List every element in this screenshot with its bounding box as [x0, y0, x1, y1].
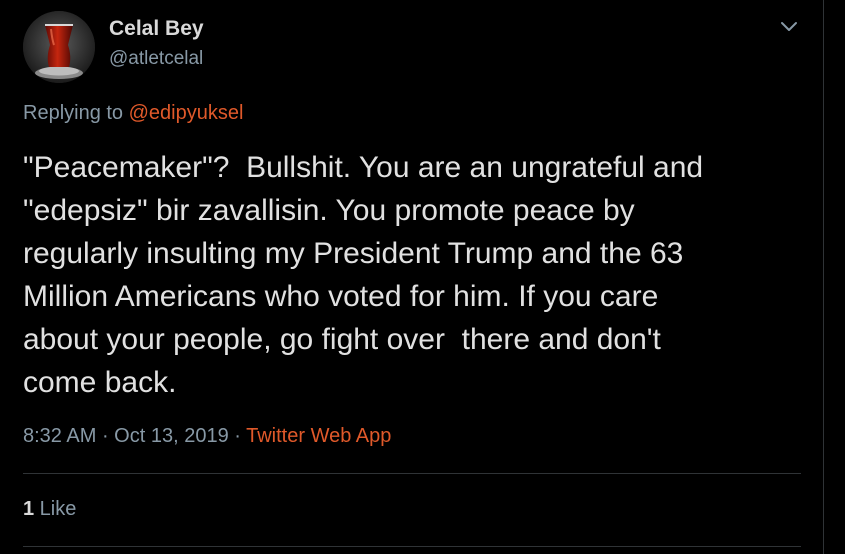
divider	[23, 473, 801, 474]
avatar[interactable]	[23, 11, 95, 83]
divider	[23, 546, 801, 547]
tweet-text: "Peacemaker"? Bullshit. You are an ungra…	[23, 151, 704, 399]
tweet-date[interactable]: Oct 13, 2019	[114, 425, 229, 447]
meta-separator: ·	[228, 425, 247, 447]
tea-glass-icon	[23, 11, 95, 83]
replying-prefix: Replying to	[23, 102, 129, 124]
tweet-card: Celal Bey @atletcelal Replying to @edipy…	[0, 0, 823, 554]
tweet-time[interactable]: 8:32 AM	[23, 425, 96, 447]
likes-link[interactable]: 1 Like	[23, 498, 76, 521]
like-count: 1	[23, 498, 35, 520]
mention-link[interactable]: @edipyuksel	[129, 102, 244, 124]
user-handle[interactable]: @atletcelal	[109, 48, 203, 70]
column-border	[823, 0, 824, 554]
display-name[interactable]: Celal Bey	[109, 17, 204, 41]
chevron-down-icon[interactable]	[776, 14, 802, 40]
replying-to: Replying to @edipyuksel	[23, 102, 243, 125]
tweet-meta: 8:32 AM · Oct 13, 2019 · Twitter Web App	[23, 425, 391, 448]
like-label: Like	[34, 498, 77, 520]
meta-separator: ·	[96, 425, 115, 447]
source-link[interactable]: Twitter Web App	[246, 425, 391, 447]
